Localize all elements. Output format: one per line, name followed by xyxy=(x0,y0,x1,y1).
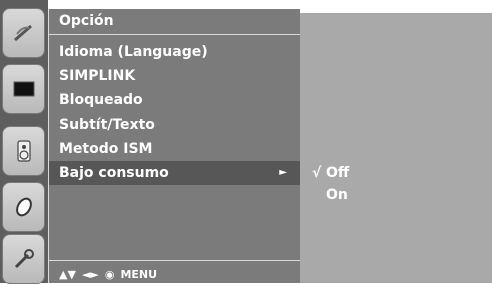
ok-button-icon: ◉ xyxy=(104,268,115,281)
arrow-right-icon: ► xyxy=(279,167,287,178)
clock-icon xyxy=(15,197,32,217)
menu-item-label: Bloqueado xyxy=(59,92,143,108)
menu-title: Opción xyxy=(59,13,114,29)
sidebar-item-setup[interactable] xyxy=(2,8,45,58)
option-menu: Opción Idioma (Language) SIMPLINK Bloque… xyxy=(48,9,301,283)
tv-osd-screen: Opción Idioma (Language) SIMPLINK Bloque… xyxy=(0,0,492,284)
menu-item-metodo-ism[interactable]: Metodo ISM xyxy=(49,137,301,161)
leftright-arrows-icon: ◄► xyxy=(81,268,99,281)
navigation-hint: ▲▼ ◄► ◉ MENU xyxy=(59,268,157,282)
updown-arrows-icon: ▲▼ xyxy=(59,268,76,281)
menu-item-label: Subtít/Texto xyxy=(59,117,155,133)
menu-item-label: Bajo consumo xyxy=(59,165,169,181)
option-on[interactable]: On xyxy=(312,184,348,206)
sidebar-item-option[interactable] xyxy=(2,234,45,284)
check-icon: √ xyxy=(312,165,322,181)
satellite-dish-icon xyxy=(13,24,32,42)
menu-item-label: Metodo ISM xyxy=(59,141,153,157)
sidebar-icons xyxy=(0,0,48,284)
menu-item-subtitulo[interactable]: Subtít/Texto xyxy=(49,113,301,137)
menu-hint-label: MENU xyxy=(120,268,158,281)
sidebar-item-picture[interactable] xyxy=(2,64,45,114)
menu-item-language[interactable]: Idioma (Language) xyxy=(49,40,301,64)
sidebar-item-time[interactable] xyxy=(2,182,45,232)
picture-icon xyxy=(13,81,34,97)
bottom-divider xyxy=(49,260,301,261)
menu-item-label: SIMPLINK xyxy=(59,68,136,84)
menu-item-bloqueado[interactable]: Bloqueado xyxy=(49,88,301,112)
bajo-consumo-submenu: √ Off On xyxy=(300,13,492,283)
menu-item-label: Idioma (Language) xyxy=(59,44,208,60)
option-label: On xyxy=(326,187,348,203)
title-divider xyxy=(49,34,301,35)
sidebar-item-audio[interactable] xyxy=(2,126,45,176)
speaker-icon xyxy=(16,140,31,162)
option-wrench-icon xyxy=(14,249,34,269)
option-off[interactable]: √ Off xyxy=(312,162,349,184)
option-label: Off xyxy=(326,165,350,181)
menu-item-simplink[interactable]: SIMPLINK xyxy=(49,64,301,88)
menu-item-bajo-consumo[interactable]: Bajo consumo ► xyxy=(49,161,301,185)
